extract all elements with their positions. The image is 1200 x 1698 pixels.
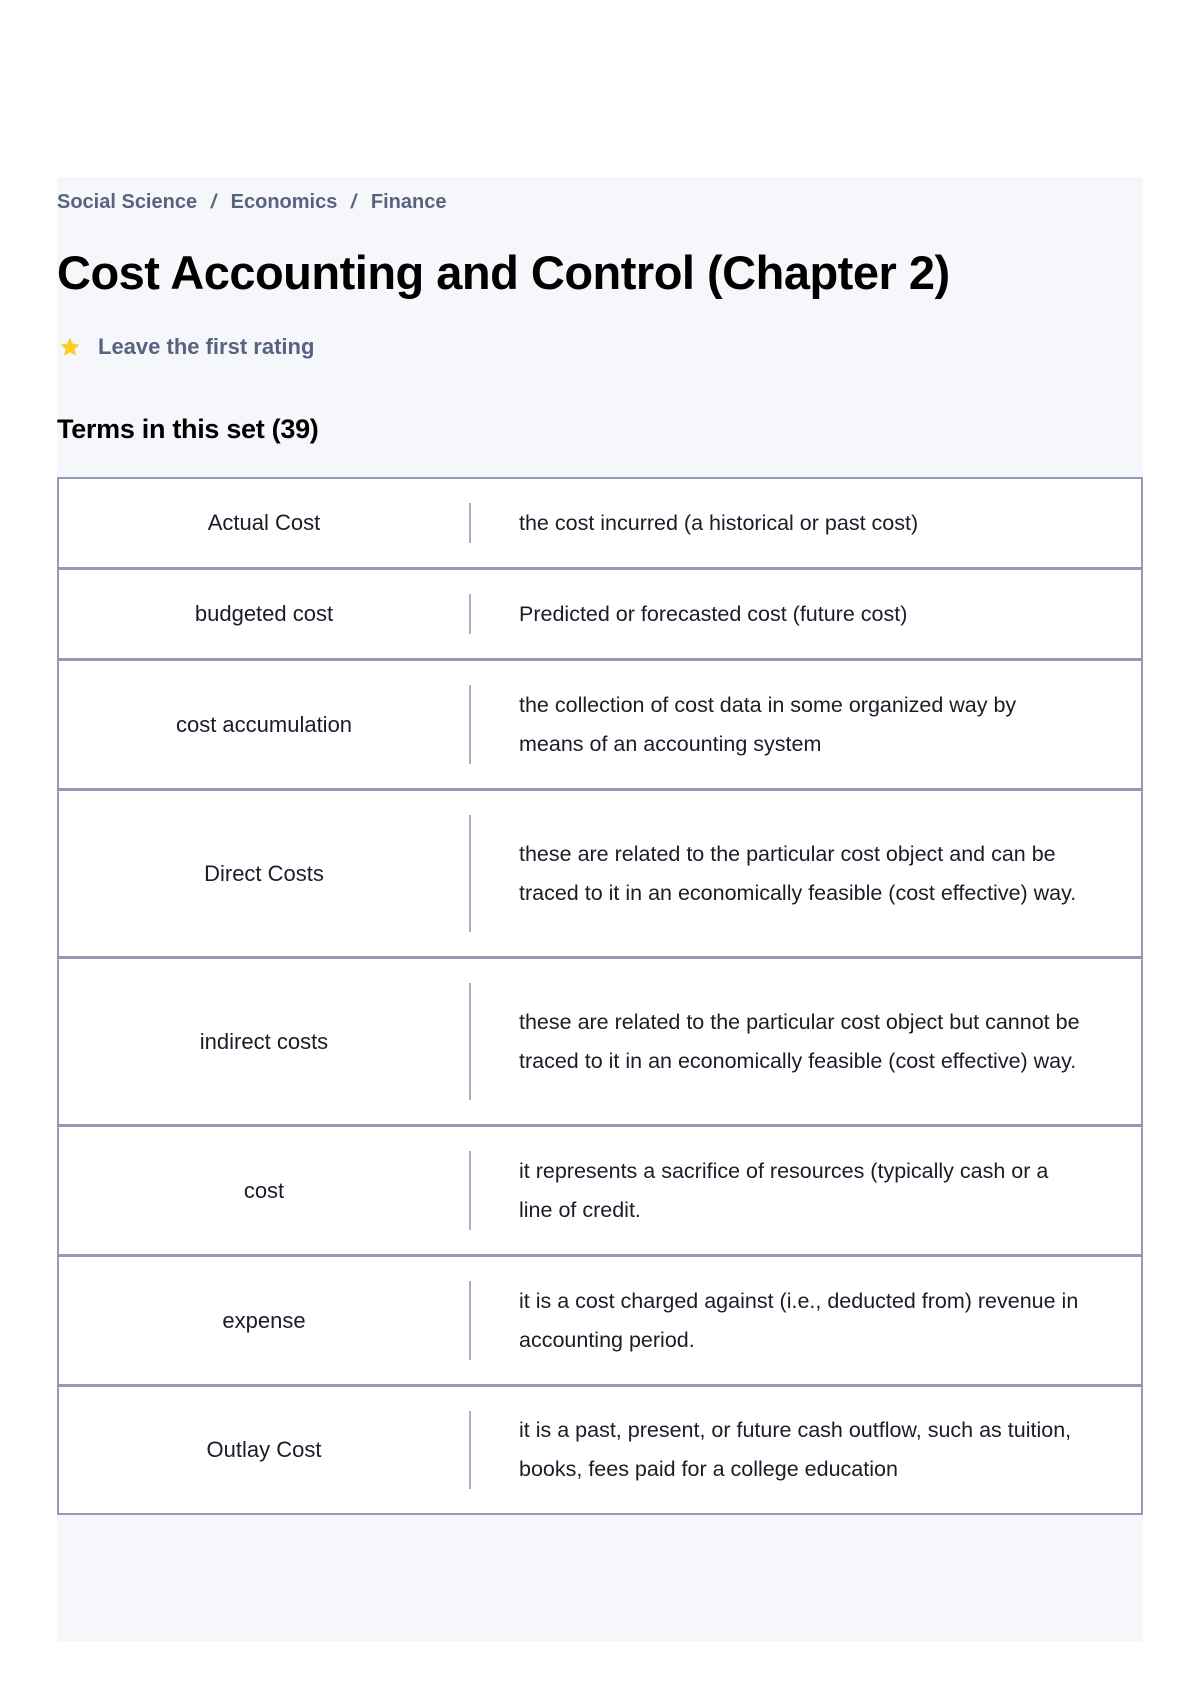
leave-rating-label: Leave the first rating: [98, 334, 315, 359]
term-text: indirect costs: [199, 1028, 329, 1054]
breadcrumb: Social Science / Economics / Finance: [57, 191, 446, 214]
term-text: Actual Cost: [207, 510, 321, 535]
definition-text: these are related to the particular cost…: [519, 841, 1077, 905]
definition-text: the collection of cost data in some orga…: [519, 692, 1017, 756]
definition-text: it is a past, present, or future cash ou…: [519, 1418, 1072, 1481]
term-text: Direct Costs: [204, 860, 324, 886]
breadcrumb-link-social-science[interactable]: Social Science: [57, 191, 197, 214]
definition-text: Predicted or forecasted cost (future cos…: [519, 601, 908, 626]
term-row: cost accumulation the collection of cost…: [57, 659, 1143, 789]
term-text: expense: [222, 1307, 306, 1333]
term-row: Direct Costs these are related to the pa…: [57, 789, 1143, 957]
breadcrumb-separator: /: [349, 191, 359, 213]
term-text: Outlay Cost: [206, 1437, 322, 1462]
term-text: budgeted cost: [194, 601, 334, 626]
definition-text: the cost incurred (a historical or past …: [519, 510, 919, 535]
term-text: cost accumulation: [175, 711, 353, 737]
term-row: indirect costs these are related to the …: [57, 957, 1143, 1125]
term-row: expense it is a cost charged against (i.…: [57, 1255, 1143, 1385]
term-text: cost: [243, 1177, 285, 1203]
star-icon: [59, 336, 81, 358]
breadcrumb-separator: /: [209, 191, 219, 213]
definition-text: these are related to the particular cost…: [519, 1009, 1080, 1073]
term-row: Actual Cost the cost incurred (a histori…: [57, 477, 1143, 568]
term-row: budgeted cost Predicted or forecasted co…: [57, 568, 1143, 659]
definition-text: it is a cost charged against (i.e., dedu…: [519, 1288, 1079, 1352]
page-title: Cost Accounting and Control (Chapter 2): [57, 246, 950, 299]
term-row: Outlay Cost it is a past, present, or fu…: [57, 1385, 1143, 1515]
breadcrumb-link-finance[interactable]: Finance: [371, 191, 447, 214]
terms-table: Actual Cost the cost incurred (a histori…: [57, 477, 1143, 1515]
set-page-panel: Social Science / Economics / Finance Cos…: [57, 177, 1143, 1641]
breadcrumb-link-economics[interactable]: Economics: [231, 191, 338, 214]
definition-text: it represents a sacrifice of resources (…: [519, 1158, 1049, 1222]
terms-count-heading: Terms in this set (39): [57, 414, 319, 444]
leave-rating-button[interactable]: Leave the first rating: [59, 334, 314, 360]
term-row: cost it represents a sacrifice of resour…: [57, 1125, 1143, 1255]
